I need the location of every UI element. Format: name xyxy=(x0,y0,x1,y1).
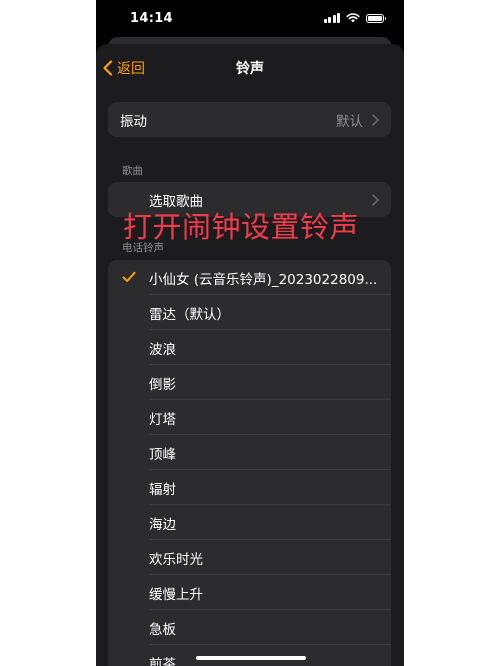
ringtone-label: 急板 xyxy=(149,621,176,638)
ringtone-row[interactable]: 波浪 xyxy=(108,330,391,365)
checkmark-icon xyxy=(122,271,136,282)
wifi-icon xyxy=(346,13,360,23)
ringtone-label: 灯塔 xyxy=(149,411,176,428)
ringtone-row[interactable]: 海边 xyxy=(108,505,391,540)
chevron-right-icon xyxy=(372,194,379,206)
ringtone-row[interactable]: 灯塔 xyxy=(108,400,391,435)
ringtone-sheet: 返回 铃声 振动 默认 歌曲 选取歌曲 电话铃声 小仙女 (云音乐铃声)_202… xyxy=(96,44,404,666)
ringtone-row[interactable]: 雷达（默认） xyxy=(108,295,391,330)
ringtone-list: 小仙女 (云音乐铃声)_2023022809... 雷达（默认） 波浪倒影灯塔顶峰辐… xyxy=(108,260,391,666)
ringtone-row[interactable]: 小仙女 (云音乐铃声)_2023022809... xyxy=(108,260,391,295)
ringtone-row[interactable]: 顶峰 xyxy=(108,435,391,470)
vibration-group: 振动 默认 xyxy=(108,102,391,137)
ringtone-label: 煎茶 xyxy=(149,656,176,666)
ringtone-label: 缓慢上升 xyxy=(149,586,203,603)
navigation-bar: 返回 铃声 xyxy=(96,44,404,90)
page: 14:14 返回 铃声 振动 默认 歌曲 选取歌曲 电话铃声 小仙女 (云音乐铃… xyxy=(0,0,500,666)
ringtone-label: 波浪 xyxy=(149,341,176,358)
ringtone-row[interactable]: 欢乐时光 xyxy=(108,540,391,575)
status-icons xyxy=(323,13,386,23)
ringtone-row[interactable]: 辐射 xyxy=(108,470,391,505)
vibration-label: 振动 xyxy=(120,113,147,130)
ringtone-label: 辐射 xyxy=(149,481,176,498)
overlay-caption: 打开闹钟设置铃声 xyxy=(123,210,360,244)
chevron-right-icon xyxy=(372,114,379,126)
phone-screen: 14:14 返回 铃声 振动 默认 歌曲 选取歌曲 电话铃声 小仙女 (云音乐铃… xyxy=(96,0,404,666)
ringtone-label: 雷达（默认） xyxy=(149,306,230,323)
ringtone-label: 顶峰 xyxy=(149,446,176,463)
vibration-row[interactable]: 振动 默认 xyxy=(108,102,391,137)
battery-full-icon xyxy=(366,13,386,23)
home-indicator[interactable] xyxy=(196,656,306,660)
signal-bars-icon xyxy=(323,13,340,23)
status-bar: 14:14 xyxy=(96,0,404,40)
ringtone-row[interactable]: 急板 xyxy=(108,610,391,645)
ringtone-label: 海边 xyxy=(149,516,176,533)
ringtone-label: 小仙女 (云音乐铃声)_2023022809... xyxy=(149,271,378,288)
ringtone-label: 倒影 xyxy=(149,376,176,393)
songs-section-header: 歌曲 xyxy=(122,165,143,177)
ringtone-label: 欢乐时光 xyxy=(149,551,203,568)
vibration-value: 默认 xyxy=(336,113,363,130)
ringtone-row[interactable]: 倒影 xyxy=(108,365,391,400)
page-title: 铃声 xyxy=(236,61,264,77)
status-time: 14:14 xyxy=(130,11,173,26)
ringtone-row[interactable]: 缓慢上升 xyxy=(108,575,391,610)
